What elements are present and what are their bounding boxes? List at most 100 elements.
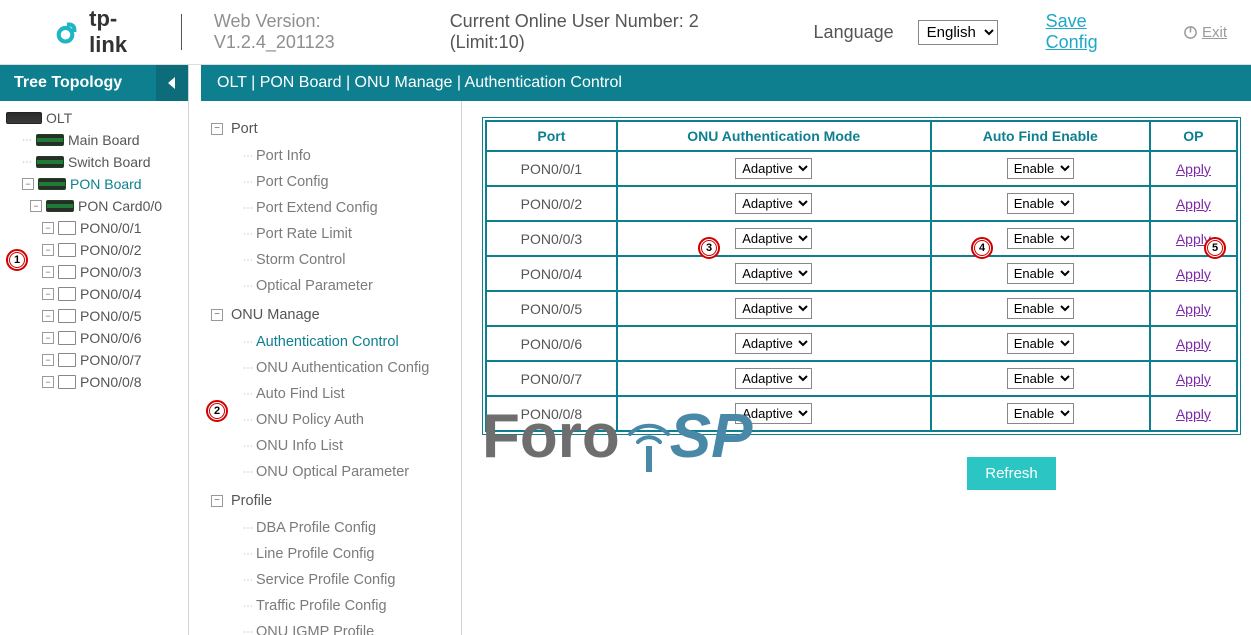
auth-table: Port ONU Authentication Mode Auto Find E… <box>482 117 1241 435</box>
subnav-item[interactable]: ⋯Optical Parameter <box>211 273 457 299</box>
auth-mode-select[interactable]: Adaptive <box>735 228 812 249</box>
autofind-select[interactable]: Enable <box>1007 368 1074 389</box>
olt-icon <box>6 112 42 124</box>
auth-mode-select[interactable]: Adaptive <box>735 368 812 389</box>
tree-body: OLT ⋯Main Board ⋯Switch Board −PON Board… <box>0 101 188 393</box>
apply-link[interactable]: Apply <box>1176 336 1211 352</box>
tree-node-pon-port[interactable]: −PON0/0/1 <box>6 217 188 239</box>
subnav-item[interactable]: ⋯ONU Policy Auth <box>211 407 457 433</box>
minus-icon: − <box>42 266 54 278</box>
autofind-select[interactable]: Enable <box>1007 263 1074 284</box>
cell-op: Apply <box>1150 291 1237 326</box>
autofind-select[interactable]: Enable <box>1007 333 1074 354</box>
subnav-item[interactable]: ⋯Line Profile Config <box>211 541 457 567</box>
auth-mode-select[interactable]: Adaptive <box>735 298 812 319</box>
subnav-item[interactable]: ⋯ONU Authentication Config <box>211 355 457 381</box>
breadcrumb: OLT | PON Board | ONU Manage | Authentic… <box>201 65 1251 101</box>
apply-link[interactable]: Apply <box>1176 266 1211 282</box>
port-icon <box>58 287 76 301</box>
callout-3: 3 <box>698 237 720 259</box>
subnav-item[interactable]: ⋯Storm Control <box>211 247 457 273</box>
content-column: OLT | PON Board | ONU Manage | Authentic… <box>201 65 1251 635</box>
tree-node-pon-port[interactable]: −PON0/0/4 <box>6 283 188 305</box>
card-icon <box>46 200 74 212</box>
col-op: OP <box>1150 121 1237 151</box>
autofind-select[interactable]: Enable <box>1007 193 1074 214</box>
subnav-item[interactable]: ⋯Port Rate Limit <box>211 221 457 247</box>
subnav-item[interactable]: ⋯Auto Find List <box>211 381 457 407</box>
minus-icon: − <box>42 376 54 388</box>
tree-node-pon-port[interactable]: −PON0/0/8 <box>6 371 188 393</box>
port-icon <box>58 221 76 235</box>
cell-mode: Adaptive <box>617 256 931 291</box>
subnav-item[interactable]: ⋯Port Config <box>211 169 457 195</box>
tree-node-pon-card[interactable]: −PON Card0/0 <box>6 195 188 217</box>
port-icon <box>58 309 76 323</box>
apply-link[interactable]: Apply <box>1176 371 1211 387</box>
subnav-cat-port[interactable]: Port <box>211 121 457 137</box>
tree-node-pon-port[interactable]: −PON0/0/5 <box>6 305 188 327</box>
cell-port: PON0/0/5 <box>486 291 617 326</box>
subnav-cat-profile[interactable]: Profile <box>211 493 457 509</box>
port-icon <box>58 265 76 279</box>
cell-op: Apply <box>1150 256 1237 291</box>
brand-logo: tp-link <box>56 6 149 58</box>
auth-mode-select[interactable]: Adaptive <box>735 158 812 179</box>
subnav-item[interactable]: ⋯ONU IGMP Profile <box>211 619 457 635</box>
tree-node-pon-board[interactable]: −PON Board <box>6 173 188 195</box>
subnav-item[interactable]: ⋯Port Info <box>211 143 457 169</box>
minus-icon: − <box>22 178 34 190</box>
apply-link[interactable]: Apply <box>1176 161 1211 177</box>
cell-port: PON0/0/8 <box>486 396 617 431</box>
language-select[interactable]: English <box>918 20 998 45</box>
tree-sidebar: Tree Topology OLT ⋯Main Board ⋯Switch Bo… <box>0 65 189 635</box>
autofind-select[interactable]: Enable <box>1007 158 1074 179</box>
subnav-item[interactable]: ⋯Authentication Control <box>211 329 457 355</box>
tree-node-switch-board[interactable]: ⋯Switch Board <box>6 151 188 173</box>
cell-autofind: Enable <box>931 361 1150 396</box>
cell-autofind: Enable <box>931 151 1150 186</box>
collapse-tree-button[interactable] <box>156 65 188 101</box>
tree-node-olt[interactable]: OLT <box>6 107 188 129</box>
table-row: PON0/0/1AdaptiveEnableApply <box>486 151 1237 186</box>
tree-node-pon-port[interactable]: −PON0/0/2 <box>6 239 188 261</box>
tree-node-pon-port[interactable]: −PON0/0/3 <box>6 261 188 283</box>
minus-icon: − <box>42 222 54 234</box>
subnav-cat-onu[interactable]: ONU Manage <box>211 307 457 323</box>
auth-mode-select[interactable]: Adaptive <box>735 333 812 354</box>
table-row: PON0/0/7AdaptiveEnableApply <box>486 361 1237 396</box>
header-divider <box>181 14 182 50</box>
cell-autofind: Enable <box>931 326 1150 361</box>
autofind-select[interactable]: Enable <box>1007 298 1074 319</box>
autofind-select[interactable]: Enable <box>1007 403 1074 424</box>
tplink-icon <box>56 17 83 47</box>
auth-mode-select[interactable]: Adaptive <box>735 193 812 214</box>
apply-link[interactable]: Apply <box>1176 196 1211 212</box>
autofind-select[interactable]: Enable <box>1007 228 1074 249</box>
subnav-item[interactable]: ⋯ONU Info List <box>211 433 457 459</box>
subnav-item[interactable]: ⋯Port Extend Config <box>211 195 457 221</box>
cell-op: Apply <box>1150 186 1237 221</box>
tree-node-pon-port[interactable]: −PON0/0/6 <box>6 327 188 349</box>
auth-mode-select[interactable]: Adaptive <box>735 403 812 424</box>
port-icon <box>58 375 76 389</box>
subnav-item[interactable]: ⋯Service Profile Config <box>211 567 457 593</box>
subnav-item[interactable]: ⋯Traffic Profile Config <box>211 593 457 619</box>
subnav-item[interactable]: ⋯ONU Optical Parameter <box>211 459 457 485</box>
apply-link[interactable]: Apply <box>1176 301 1211 317</box>
refresh-button[interactable]: Refresh <box>967 457 1056 490</box>
online-user-count: Current Online User Number: 2 (Limit:10) <box>450 11 750 53</box>
tree-node-main-board[interactable]: ⋯Main Board <box>6 129 188 151</box>
save-config-link[interactable]: Save Config <box>1046 11 1135 53</box>
tree-node-pon-port[interactable]: −PON0/0/7 <box>6 349 188 371</box>
subnav-item[interactable]: ⋯DBA Profile Config <box>211 515 457 541</box>
cell-op: Apply <box>1150 396 1237 431</box>
exit-link[interactable]: Exit <box>1183 24 1227 41</box>
cell-port: PON0/0/4 <box>486 256 617 291</box>
cell-autofind: Enable <box>931 186 1150 221</box>
table-row: PON0/0/2AdaptiveEnableApply <box>486 186 1237 221</box>
minus-icon <box>211 495 223 507</box>
apply-link[interactable]: Apply <box>1176 406 1211 422</box>
auth-mode-select[interactable]: Adaptive <box>735 263 812 284</box>
callout-5: 5 <box>1204 237 1226 259</box>
